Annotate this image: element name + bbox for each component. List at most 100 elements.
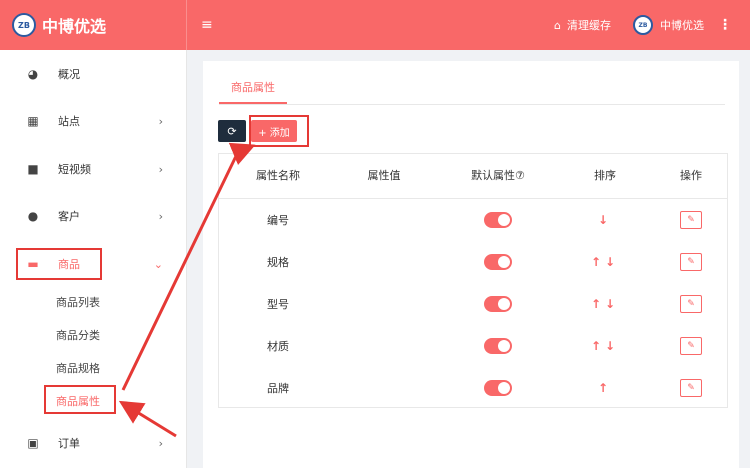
grid-icon: ▦ [27, 114, 39, 128]
table-row: 品牌 ↑ ✎ [219, 367, 727, 409]
cell-sort: ↓ [555, 199, 655, 241]
sidebar-subitem-product-list[interactable]: 商品列表 [56, 294, 100, 310]
cell-value [327, 199, 441, 241]
sidebar-item-label: 订单 [58, 437, 80, 450]
sidebar-item-label: 短视频 [58, 163, 91, 176]
video-camera-icon: ■ [27, 162, 39, 176]
cell-default [441, 241, 555, 283]
main-card: 商品属性 ⟳ + 添加 属性名称 属性值 默认属性⑦ 排序 操作 编号 ↓ ✎ … [203, 61, 739, 468]
column-header-actions: 操作 [680, 169, 702, 182]
dashboard-icon: ◕ [27, 67, 39, 81]
sidebar-item-overview[interactable]: ◕ 概况 [0, 58, 187, 90]
cell-value [327, 241, 441, 283]
cell-value [327, 283, 441, 325]
highlight-box-products [16, 248, 102, 280]
cell-sort: ↑ ↓ [555, 241, 655, 283]
cell-value [327, 325, 441, 367]
column-header-default: 默认属性⑦ [471, 169, 525, 182]
sidebar-subitem-product-spec[interactable]: 商品规格 [56, 360, 100, 376]
edit-icon: ✎ [687, 215, 695, 225]
avatar: ZB [633, 15, 653, 35]
tab-product-attribute[interactable]: 商品属性 [219, 79, 287, 104]
chevron-down-icon: ⌄ [153, 257, 163, 271]
sidebar-item-sites[interactable]: ▦ 站点 › [0, 105, 187, 137]
move-down-icon[interactable]: ↓ [598, 213, 612, 227]
cell-actions: ✎ [655, 325, 727, 367]
cell-actions: ✎ [655, 241, 727, 283]
edit-button[interactable]: ✎ [680, 253, 702, 271]
cell-name: 编号 [267, 214, 289, 227]
clear-cache-button[interactable]: ⌂ 清理缓存 [554, 17, 611, 33]
move-down-icon[interactable]: ↓ [605, 297, 619, 311]
basket-icon: ⌂ [554, 18, 561, 32]
attribute-table: 属性名称 属性值 默认属性⑦ 排序 操作 编号 ↓ ✎ 规格 ↑↓ ✎ 型号 [218, 153, 728, 408]
menu-toggle-icon[interactable]: ≡ [201, 17, 213, 33]
default-toggle[interactable] [484, 212, 512, 228]
more-vertical-icon[interactable]: ⋮ [718, 17, 732, 33]
move-down-icon[interactable]: ↓ [605, 255, 619, 269]
sidebar: ◕ 概况 ▦ 站点 › ■ 短视频 › ● 客户 › ▬ 商品 ⌄ 商品列表 商… [0, 50, 187, 468]
edit-button[interactable]: ✎ [680, 379, 702, 397]
default-toggle[interactable] [484, 254, 512, 270]
cell-actions: ✎ [655, 367, 727, 409]
move-up-icon[interactable]: ↑ [598, 381, 612, 395]
move-down-icon[interactable]: ↓ [605, 339, 619, 353]
table-row: 型号 ↑ ↓ ✎ [219, 283, 727, 325]
cell-value [327, 367, 441, 409]
brand[interactable]: ZB 中博优选 [0, 0, 187, 50]
cell-default [441, 367, 555, 409]
sidebar-item-label: 概况 [58, 68, 80, 81]
edit-icon: ✎ [687, 341, 695, 351]
column-header-name: 属性名称 [256, 169, 300, 182]
cell-name: 材质 [267, 340, 289, 353]
sidebar-item-customers[interactable]: ● 客户 › [0, 200, 187, 232]
move-up-icon[interactable]: ↑ [591, 297, 605, 311]
refresh-icon: ⟳ [227, 124, 237, 138]
tab-divider [219, 104, 725, 105]
edit-icon: ✎ [687, 383, 695, 393]
chevron-right-icon: › [158, 209, 163, 223]
cell-name: 型号 [267, 298, 289, 311]
sidebar-item-short-video[interactable]: ■ 短视频 › [0, 153, 187, 185]
money-icon: ▣ [27, 436, 39, 450]
user-menu[interactable]: ZB 中博优选 ⋮ [633, 15, 732, 35]
column-header-value: 属性值 [367, 169, 401, 182]
cell-sort: ↑ ↓ [555, 283, 655, 325]
sidebar-subitem-product-category[interactable]: 商品分类 [56, 327, 100, 343]
column-header-sort: 排序 [594, 169, 616, 182]
sidebar-item-orders[interactable]: ▣ 订单 › [0, 427, 187, 459]
edit-button[interactable]: ✎ [680, 337, 702, 355]
logo-icon: ZB [12, 13, 36, 37]
user-name: 中博优选 [660, 19, 704, 32]
highlight-box-add [249, 115, 309, 147]
highlight-box-product-attribute [44, 385, 116, 414]
edit-icon: ✎ [687, 257, 695, 267]
default-toggle[interactable] [484, 380, 512, 396]
tab-label: 商品属性 [231, 81, 275, 94]
cell-actions: ✎ [655, 283, 727, 325]
table-row: 材质 ↑ ↓ ✎ [219, 325, 727, 367]
edit-button[interactable]: ✎ [680, 295, 702, 313]
cell-default [441, 325, 555, 367]
cell-actions: ✎ [655, 199, 727, 241]
table-row: 编号 ↓ ✎ [219, 199, 727, 241]
move-up-icon[interactable]: ↑ [591, 339, 605, 353]
cell-default [441, 283, 555, 325]
sidebar-item-label: 站点 [58, 115, 80, 128]
chevron-right-icon: › [158, 114, 163, 128]
refresh-button[interactable]: ⟳ [218, 120, 246, 142]
brand-name: 中博优选 [42, 17, 107, 36]
cell-name: 规格 [267, 256, 289, 269]
default-toggle[interactable] [484, 338, 512, 354]
clear-cache-label: 清理缓存 [567, 19, 611, 32]
table-row: 规格 ↑ ↓ ✎ [219, 241, 727, 283]
move-up-icon[interactable]: ↑ [591, 255, 605, 269]
edit-button[interactable]: ✎ [680, 211, 702, 229]
users-icon: ● [27, 209, 39, 223]
default-toggle[interactable] [484, 296, 512, 312]
cell-name: 品牌 [267, 382, 289, 395]
sidebar-item-label: 客户 [58, 210, 80, 223]
cell-sort: ↑ ↓ [555, 325, 655, 367]
chevron-right-icon: › [158, 162, 163, 176]
edit-icon: ✎ [687, 299, 695, 309]
